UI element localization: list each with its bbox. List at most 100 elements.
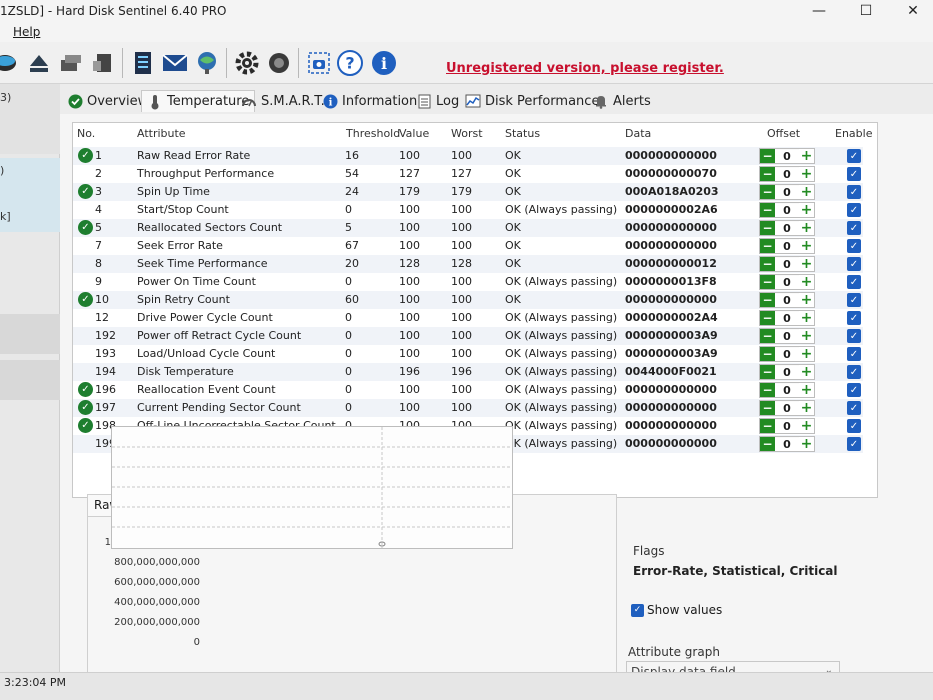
offset-stepper[interactable]: −0 +: [759, 256, 815, 272]
table-row[interactable]: ✓ 3 Spin Up Time 24 179 179 OK 000A018A0203−0 + ✓: [73, 183, 863, 201]
eject-icon[interactable]: [26, 50, 52, 76]
enable-checkbox[interactable]: ✓: [847, 275, 861, 289]
plus-icon[interactable]: +: [799, 400, 814, 416]
header-enable[interactable]: Enable: [835, 127, 872, 140]
header-value[interactable]: Value: [399, 127, 429, 140]
plus-icon[interactable]: +: [799, 436, 814, 452]
offset-stepper[interactable]: −0 +: [759, 310, 815, 326]
offset-stepper[interactable]: −0 +: [759, 274, 815, 290]
minus-icon[interactable]: −: [760, 185, 775, 199]
table-row[interactable]: 4 Start/Stop Count 0 100 100 OK (Always passi…: [73, 201, 863, 219]
minus-icon[interactable]: −: [760, 149, 775, 163]
disk-list-item[interactable]: [0, 314, 60, 354]
header-threshold[interactable]: Threshold: [346, 127, 400, 140]
enable-checkbox[interactable]: ✓: [847, 419, 861, 433]
offset-stepper[interactable]: −0 +: [759, 166, 815, 182]
tab-disk-performance[interactable]: Disk Performance: [465, 90, 599, 112]
tab-alerts[interactable]: Alerts: [593, 90, 651, 112]
show-values-checkbox[interactable]: ✓ Show values: [631, 603, 722, 617]
disk-icon[interactable]: [0, 50, 18, 76]
offset-value[interactable]: 0: [775, 347, 799, 361]
table-row[interactable]: 7 Seek Error Rate 67 100 100 OK 000000000000 −0…: [73, 237, 863, 255]
minus-icon[interactable]: −: [760, 167, 775, 181]
enable-checkbox[interactable]: ✓: [847, 221, 861, 235]
screenshot-icon[interactable]: [306, 50, 332, 76]
table-row[interactable]: ✓ 10 Spin Retry Count 60 100 100 OK 00000000000…: [73, 291, 863, 309]
plus-icon[interactable]: +: [799, 418, 814, 434]
tab-log[interactable]: Log: [416, 90, 459, 112]
speaker-icon[interactable]: [266, 50, 292, 76]
enable-checkbox[interactable]: ✓: [847, 239, 861, 253]
offset-stepper[interactable]: −0 +: [759, 328, 815, 344]
offset-value[interactable]: 0: [775, 383, 799, 397]
minus-icon[interactable]: −: [760, 293, 775, 307]
plus-icon[interactable]: +: [799, 184, 814, 200]
plus-icon[interactable]: +: [799, 310, 814, 326]
help-icon[interactable]: ?: [337, 50, 363, 76]
offset-value[interactable]: 0: [775, 329, 799, 343]
header-worst[interactable]: Worst: [451, 127, 483, 140]
minus-icon[interactable]: −: [760, 419, 775, 433]
table-row[interactable]: ✓ 1 Raw Read Error Rate 16 100 100 OK 000000000…: [73, 147, 863, 165]
minus-icon[interactable]: −: [760, 257, 775, 271]
enable-checkbox[interactable]: ✓: [847, 311, 861, 325]
offset-stepper[interactable]: −0 +: [759, 364, 815, 380]
checkbox-checked-icon[interactable]: ✓: [631, 603, 644, 617]
offset-stepper[interactable]: −0 +: [759, 238, 815, 254]
enable-checkbox[interactable]: ✓: [847, 401, 861, 415]
minus-icon[interactable]: −: [760, 401, 775, 415]
minus-icon[interactable]: −: [760, 329, 775, 343]
minus-icon[interactable]: −: [760, 311, 775, 325]
plus-icon[interactable]: +: [799, 346, 814, 362]
table-row[interactable]: ✓ 5 Reallocated Sectors Count 5 100 100 OK 0000…: [73, 219, 863, 237]
plus-icon[interactable]: +: [799, 166, 814, 182]
offset-stepper[interactable]: −0 +: [759, 436, 815, 452]
minus-icon[interactable]: −: [760, 347, 775, 361]
plus-icon[interactable]: +: [799, 364, 814, 380]
offset-value[interactable]: 0: [775, 185, 799, 199]
info-icon[interactable]: i: [371, 50, 397, 76]
drive-info-icon[interactable]: [90, 50, 116, 76]
table-row[interactable]: 9 Power On Time Count 0 100 100 OK (Always pa…: [73, 273, 863, 291]
minus-icon[interactable]: −: [760, 437, 775, 451]
minus-icon[interactable]: −: [760, 275, 775, 289]
drive-tools-icon[interactable]: [58, 50, 84, 76]
close-button[interactable]: ✕: [890, 0, 933, 22]
offset-stepper[interactable]: −0 +: [759, 418, 815, 434]
offset-value[interactable]: 0: [775, 401, 799, 415]
maximize-button[interactable]: ☐: [843, 0, 889, 22]
table-row[interactable]: ✓ 197 Current Pending Sector Count 0 100 100 O…: [73, 399, 863, 417]
table-row[interactable]: 8 Seek Time Performance 20 128 128 OK 00000000…: [73, 255, 863, 273]
enable-checkbox[interactable]: ✓: [847, 293, 861, 307]
enable-checkbox[interactable]: ✓: [847, 167, 861, 181]
minus-icon[interactable]: −: [760, 383, 775, 397]
header-attribute[interactable]: Attribute: [137, 127, 186, 140]
offset-stepper[interactable]: −0 +: [759, 346, 815, 362]
offset-value[interactable]: 0: [775, 221, 799, 235]
disk-list-item[interactable]: [0, 360, 60, 400]
plus-icon[interactable]: +: [799, 292, 814, 308]
tab-temperature[interactable]: Temperature: [141, 90, 256, 112]
offset-value[interactable]: 0: [775, 239, 799, 253]
minus-icon[interactable]: −: [760, 365, 775, 379]
header-offset[interactable]: Offset: [767, 127, 800, 140]
table-row[interactable]: ✓ 196 Reallocation Event Count 0 100 100 OK (A…: [73, 381, 863, 399]
table-row[interactable]: 194 Disk Temperature 0 196 196 OK (Always pas…: [73, 363, 863, 381]
header-status[interactable]: Status: [505, 127, 540, 140]
table-row[interactable]: 193 Load/Unload Cycle Count 0 100 100 OK (Alw…: [73, 345, 863, 363]
offset-value[interactable]: 0: [775, 203, 799, 217]
enable-checkbox[interactable]: ✓: [847, 149, 861, 163]
offset-stepper[interactable]: −0 +: [759, 184, 815, 200]
minimize-button[interactable]: —: [796, 0, 842, 22]
globe-icon[interactable]: [194, 50, 220, 76]
plus-icon[interactable]: +: [799, 328, 814, 344]
tab-overview[interactable]: Overview: [67, 90, 148, 112]
offset-value[interactable]: 0: [775, 365, 799, 379]
table-row[interactable]: 2 Throughput Performance 54 127 127 OK 0000000…: [73, 165, 863, 183]
offset-value[interactable]: 0: [775, 257, 799, 271]
plus-icon[interactable]: +: [799, 148, 814, 164]
tab-information[interactable]: i Information: [322, 90, 417, 112]
offset-value[interactable]: 0: [775, 275, 799, 289]
offset-stepper[interactable]: −0 +: [759, 148, 815, 164]
offset-value[interactable]: 0: [775, 419, 799, 433]
